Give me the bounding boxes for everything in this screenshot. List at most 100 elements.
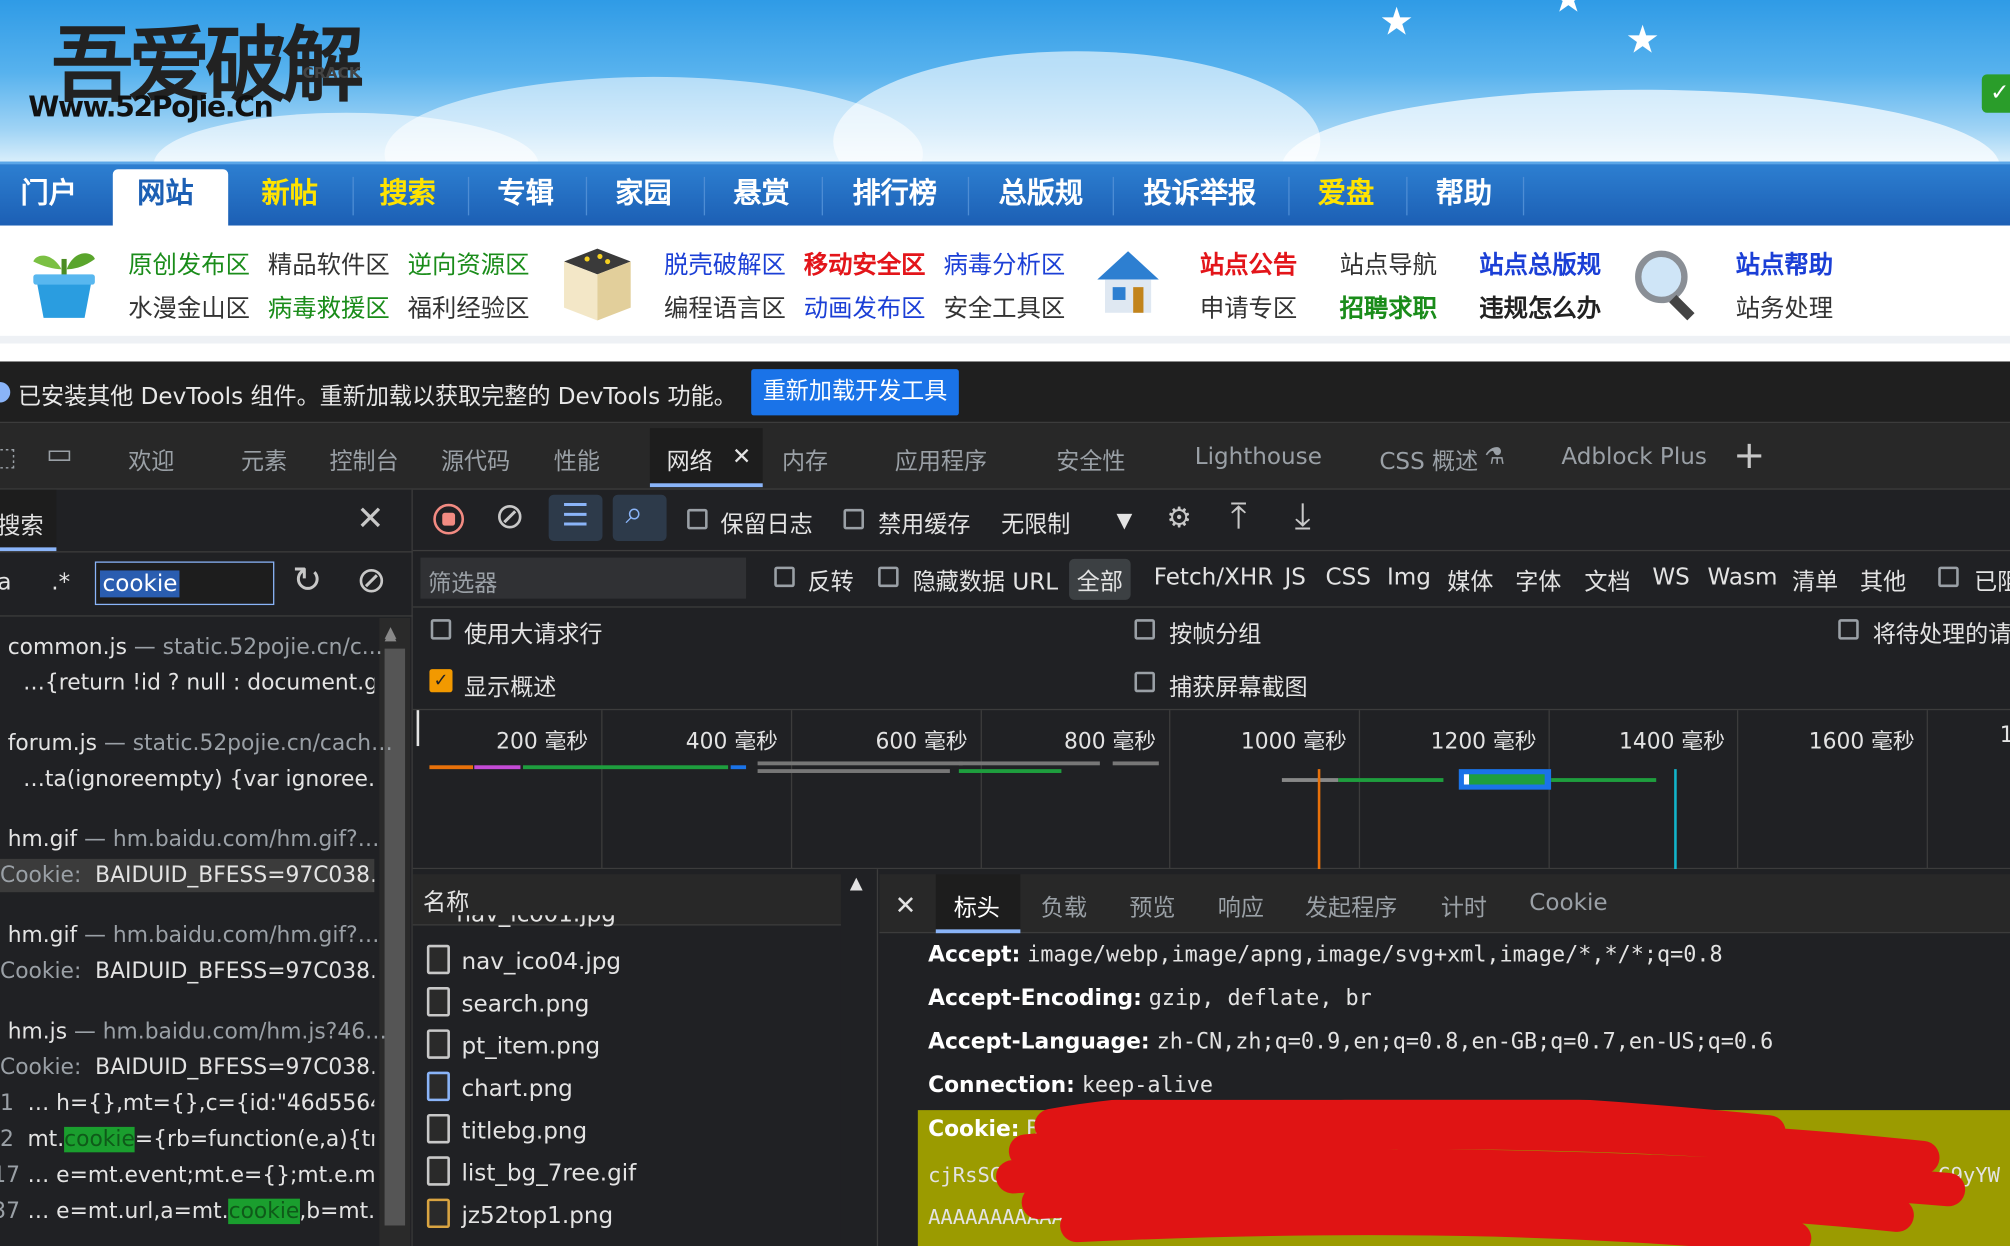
tab-application[interactable]: 应用程序 — [895, 444, 987, 477]
quick-link[interactable]: 水漫金山区 — [128, 290, 250, 325]
tab-network[interactable]: 网络 — [667, 444, 713, 477]
request-row[interactable]: search.png — [461, 991, 589, 1018]
screenshots-checkbox[interactable] — [1134, 671, 1155, 693]
tab-sources[interactable]: 源代码 — [441, 444, 510, 477]
request-row[interactable]: nav_ico04.jpg — [461, 949, 621, 976]
nav-item[interactable]: 排行榜 — [852, 164, 937, 226]
type-filter[interactable]: Fetch/XHR — [1154, 564, 1274, 591]
search-icon[interactable]: ⌕ — [626, 495, 643, 531]
tab-security[interactable]: 安全性 — [1056, 444, 1125, 477]
check-icon[interactable]: ✓ — [1981, 74, 2010, 113]
search-result-line[interactable]: Cookie: BAIDUID_BFESS=97C038… — [0, 1055, 374, 1081]
type-filter[interactable]: 字体 — [1515, 564, 1561, 597]
quick-link[interactable]: 福利经验区 — [408, 290, 530, 325]
quick-link[interactable]: 逆向资源区 — [408, 246, 530, 281]
overview-timeline[interactable] — [412, 710, 2010, 870]
throttle-select[interactable]: 无限制 — [1001, 506, 1070, 539]
nav-item[interactable]: 帮助 — [1436, 164, 1492, 226]
device-toolbar-icon[interactable]: ▭ — [46, 438, 73, 470]
search-result-file[interactable]: forum.js — static.52pojie.cn/cach… — [8, 731, 393, 757]
quick-link[interactable]: 移动安全区 — [804, 246, 926, 281]
pending-checkbox[interactable] — [1838, 619, 1859, 640]
quick-link[interactable]: 站点总版规 — [1479, 246, 1601, 281]
type-filter[interactable]: 文档 — [1584, 564, 1630, 597]
regex-toggle[interactable]: .* — [51, 569, 70, 596]
request-row[interactable]: titlebg.png — [461, 1118, 587, 1145]
quick-link[interactable]: 招聘求职 — [1340, 290, 1437, 325]
quick-link[interactable]: 病毒救援区 — [268, 290, 390, 325]
nav-item[interactable]: 门户 — [21, 164, 77, 226]
filter-icon[interactable]: ☰ — [561, 497, 589, 533]
record-icon[interactable] — [433, 503, 465, 535]
request-row[interactable]: list_bg_7ree.gif — [461, 1160, 636, 1187]
tab-headers[interactable]: 标头 — [954, 890, 1000, 923]
show-overview-checkbox[interactable]: ✓ — [429, 669, 453, 693]
tab-response[interactable]: 响应 — [1218, 890, 1264, 923]
search-result-line[interactable]: 2 mt.cookie={rb=function(e,a){try{v… — [0, 1126, 374, 1153]
request-row[interactable]: chart.png — [461, 1076, 572, 1103]
filter-input[interactable]: 筛选器 — [420, 557, 747, 599]
search-result-file[interactable]: hm.js — hm.baidu.com/hm.js?46… — [8, 1019, 387, 1045]
add-tab-icon[interactable]: + — [1733, 433, 1765, 478]
tab-payload[interactable]: 负载 — [1041, 890, 1087, 923]
request-scrollbar[interactable]: ▲ — [840, 869, 880, 1246]
nav-item[interactable]: 投诉举报 — [1143, 164, 1256, 226]
request-row[interactable]: jz52top1.png — [461, 1202, 613, 1229]
tab-memory[interactable]: 内存 — [782, 444, 828, 477]
quick-link[interactable]: 编程语言区 — [664, 290, 786, 325]
request-row[interactable]: pt_item.png — [461, 1033, 600, 1060]
invert-checkbox[interactable] — [774, 566, 795, 588]
preserve-log-checkbox[interactable] — [687, 508, 708, 530]
upload-icon[interactable]: ⤒ — [1231, 495, 1247, 539]
quick-link[interactable]: 申请专区 — [1200, 290, 1297, 325]
search-result-line[interactable]: 17 … e=mt.event;mt.e={};mt.e.mb… — [0, 1163, 374, 1189]
search-result-line[interactable]: 37 … e=mt.url,a=mt.cookie,b=mt.… — [0, 1198, 374, 1225]
nav-item[interactable]: 搜索 — [379, 164, 435, 226]
large-rows-checkbox[interactable] — [430, 619, 452, 640]
tab-elements[interactable]: 元素 — [241, 444, 287, 477]
type-filter[interactable]: Wasm — [1707, 564, 1777, 591]
quick-link[interactable]: 站点公告 — [1200, 246, 1297, 281]
refresh-icon[interactable]: ↻ — [292, 559, 322, 601]
tab-timing[interactable]: 计时 — [1441, 890, 1487, 923]
search-result-line[interactable]: 1 … h={},mt={},c={id:"46d556462… — [0, 1091, 374, 1117]
search-input[interactable]: cookie — [99, 570, 181, 598]
tab-console[interactable]: 控制台 — [329, 444, 398, 477]
search-result-file[interactable]: common.js — static.52pojie.cn/c... — [8, 635, 383, 661]
tab-initiator[interactable]: 发起程序 — [1305, 890, 1397, 923]
quick-link[interactable]: 病毒分析区 — [943, 246, 1065, 281]
blocked-checkbox[interactable] — [1938, 566, 1959, 588]
inspect-icon[interactable]: ⬚ — [0, 441, 17, 472]
type-filter[interactable]: 媒体 — [1447, 564, 1493, 597]
search-result-line[interactable]: …{return !id ? null : document.g… — [23, 670, 374, 696]
type-filter[interactable]: JS — [1284, 564, 1305, 591]
disable-cache-checkbox[interactable] — [843, 508, 864, 530]
clear-icon[interactable]: ⊘ — [495, 495, 525, 537]
tab-welcome[interactable]: 欢迎 — [128, 444, 174, 477]
close-icon[interactable]: ✕ — [356, 500, 384, 538]
close-icon[interactable]: ✕ — [732, 444, 751, 471]
search-result-file[interactable]: hm.gif — hm.baidu.com/hm.gif?… — [8, 923, 380, 949]
quick-link[interactable]: 动画发布区 — [804, 290, 926, 325]
chevron-down-icon[interactable]: ▼ — [1117, 508, 1133, 532]
type-filter[interactable]: 其他 — [1860, 564, 1906, 597]
type-filter-all[interactable]: 全部 — [1077, 564, 1123, 597]
search-result-line[interactable]: Cookie: BAIDUID_BFESS=97C038… — [0, 959, 374, 985]
scrollbar[interactable]: ▲ — [379, 617, 411, 1246]
search-input-box[interactable]: cookie — [94, 561, 275, 606]
quick-link[interactable]: 原创发布区 — [128, 246, 250, 281]
quick-link[interactable]: 精品软件区 — [268, 246, 390, 281]
quick-link[interactable]: 站点帮助 — [1736, 246, 1833, 281]
quick-link[interactable]: 站点导航 — [1340, 246, 1437, 281]
nav-item[interactable]: 爱盘 — [1318, 164, 1374, 226]
close-icon[interactable]: ✕ — [895, 890, 916, 921]
tab-lighthouse[interactable]: Lighthouse — [1195, 444, 1322, 471]
tab-css-overview[interactable]: CSS 概述 — [1379, 444, 1478, 477]
hide-data-urls-checkbox[interactable] — [878, 566, 899, 588]
tab-preview[interactable]: 预览 — [1129, 890, 1175, 923]
clear-icon[interactable]: ⊘ — [356, 559, 386, 601]
nav-item-active[interactable]: 网站 — [137, 164, 193, 226]
match-case-toggle[interactable]: a — [0, 569, 12, 596]
column-name-header[interactable]: 名称 — [423, 885, 469, 918]
nav-item[interactable]: 新帖 — [262, 164, 318, 226]
